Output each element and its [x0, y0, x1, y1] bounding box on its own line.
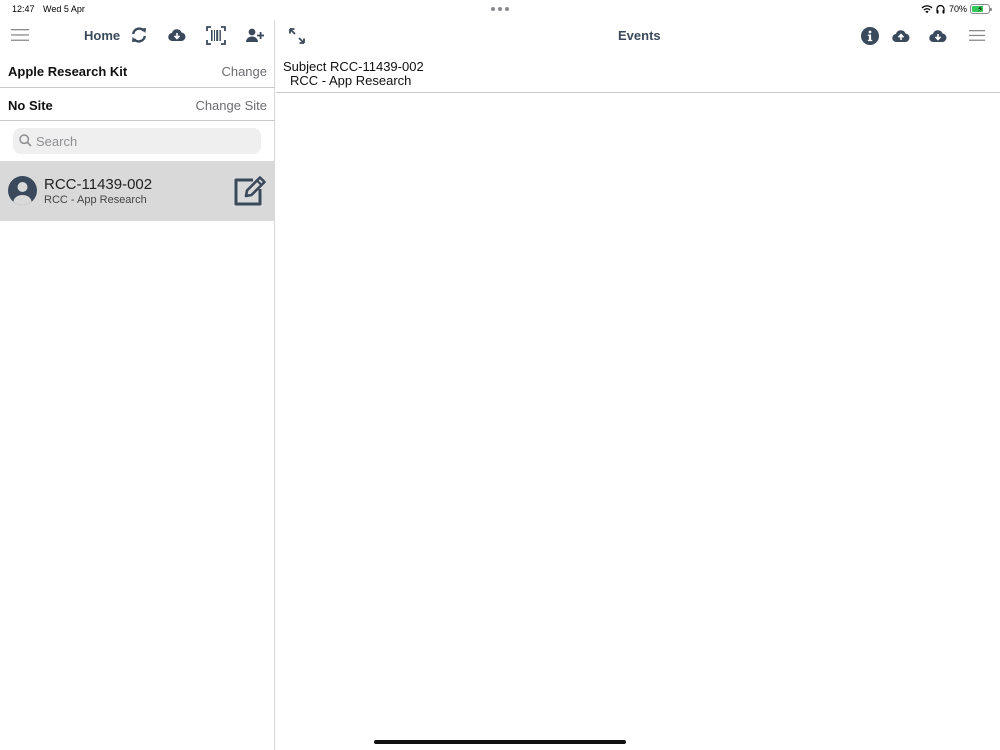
headphones-icon: [936, 4, 945, 14]
home-title: Home: [84, 28, 121, 43]
status-bar: 12:47 Wed 5 Apr 70% ⚡: [0, 0, 1000, 20]
subject-id: RCC-11439-002: [44, 176, 153, 193]
subject-study: RCC - App Research: [44, 194, 147, 206]
barcode-scan-icon[interactable]: [206, 26, 226, 45]
subject-header-id: Subject RCC-11439-002: [283, 59, 424, 74]
study-name: Apple Research Kit: [8, 64, 128, 79]
battery-percent: 70%: [948, 4, 967, 14]
cloud-download-icon[interactable]: [168, 27, 186, 43]
expand-icon[interactable]: [288, 27, 306, 45]
status-date: Wed 5 Apr: [43, 4, 85, 14]
events-title: Events: [618, 28, 661, 43]
site-row: No Site Change Site: [0, 88, 275, 121]
avatar-icon: [8, 176, 37, 205]
refresh-icon[interactable]: [130, 26, 148, 44]
search-icon: [19, 134, 32, 147]
hamburger-menu-icon[interactable]: [969, 29, 985, 42]
site-name: No Site: [8, 98, 53, 113]
multitasking-dots-icon[interactable]: [491, 6, 509, 12]
left-nav-bar: Home: [0, 20, 275, 52]
status-right: 70% ⚡: [921, 3, 992, 15]
home-indicator[interactable]: [374, 740, 626, 744]
study-row: Apple Research Kit Change: [0, 54, 275, 88]
info-icon[interactable]: [861, 27, 879, 45]
subject-list-pane: Home Apple Research Kit Change No Site C…: [0, 20, 275, 750]
change-study-button[interactable]: Change: [221, 64, 267, 79]
status-time: 12:47: [12, 4, 35, 14]
search-bar: [13, 128, 261, 154]
battery-icon: ⚡: [970, 4, 992, 14]
subject-header-study: RCC - App Research: [290, 73, 412, 88]
wifi-icon: [921, 5, 933, 14]
hamburger-menu-icon[interactable]: [11, 28, 29, 42]
search-input[interactable]: [36, 128, 256, 154]
cloud-download-icon[interactable]: [929, 28, 947, 44]
edit-icon[interactable]: [233, 175, 268, 207]
subject-header: Subject RCC-11439-002 RCC - App Research: [276, 56, 1000, 93]
events-pane: Events Subject RCC-11439-002 RCC - App R: [276, 20, 1000, 750]
subject-list-item[interactable]: RCC-11439-002 RCC - App Research: [0, 161, 275, 221]
change-site-button[interactable]: Change Site: [195, 98, 267, 113]
add-user-icon[interactable]: [246, 27, 264, 43]
cloud-upload-icon[interactable]: [892, 28, 910, 44]
